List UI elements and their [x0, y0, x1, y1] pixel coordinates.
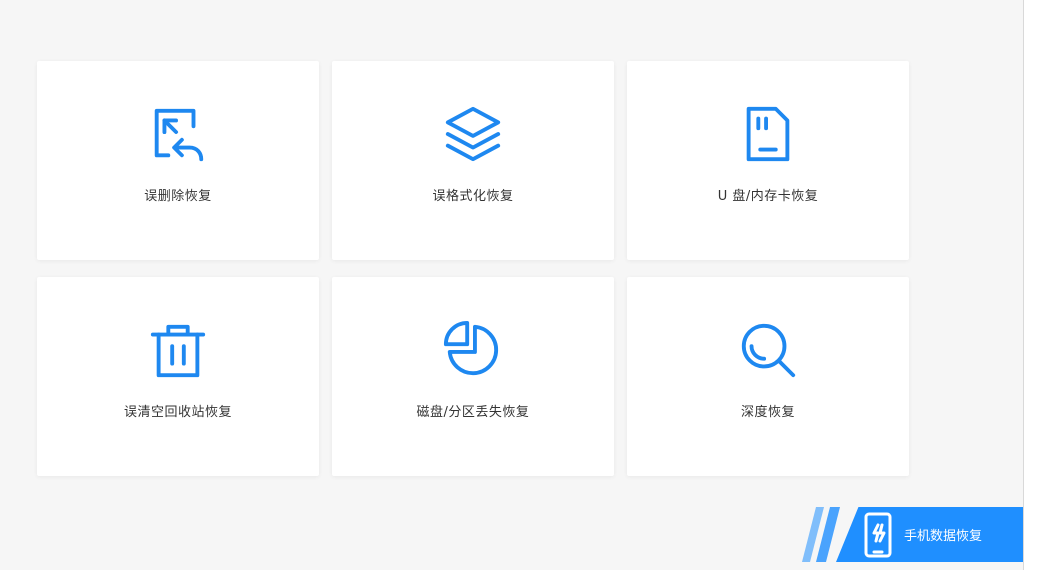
pie-chart-icon [440, 317, 506, 383]
layers-icon [440, 101, 506, 167]
trash-icon [145, 317, 211, 383]
phone-recovery-label: 手机数据恢复 [904, 529, 983, 544]
sd-card-icon [735, 101, 801, 167]
phone-icon [864, 512, 892, 558]
mode-card-label: 磁盘/分区丢失恢复 [416, 405, 530, 420]
mode-card-recycle-bin[interactable]: 误清空回收站恢复 [37, 277, 319, 476]
mode-card-deep-scan[interactable]: 深度恢复 [627, 277, 909, 476]
mode-card-label: 误格式化恢复 [432, 189, 514, 204]
window-right-edge [1023, 0, 1046, 570]
recovery-home: 误删除恢复 误格式化恢复 U 盘/内存卡恢复 误清空回收站恢复 磁盘/分区丢失恢… [0, 0, 1046, 570]
mode-card-label: 误清空回收站恢复 [123, 405, 232, 420]
mode-card-label: 深度恢复 [740, 405, 795, 420]
magnifier-icon [735, 317, 801, 383]
mode-card-format[interactable]: 误格式化恢复 [332, 61, 614, 260]
mode-card-label: U 盘/内存卡恢复 [717, 189, 819, 204]
mode-card-usb[interactable]: U 盘/内存卡恢复 [627, 61, 909, 260]
mode-card-label: 误删除恢复 [144, 189, 212, 204]
recovery-mode-grid: 误删除恢复 误格式化恢复 U 盘/内存卡恢复 误清空回收站恢复 磁盘/分区丢失恢… [37, 61, 909, 476]
file-restore-icon [145, 101, 211, 167]
phone-recovery-banner[interactable]: 手机数据恢复 [792, 507, 1023, 562]
mode-card-partition[interactable]: 磁盘/分区丢失恢复 [332, 277, 614, 476]
mode-card-deleted[interactable]: 误删除恢复 [37, 61, 319, 260]
